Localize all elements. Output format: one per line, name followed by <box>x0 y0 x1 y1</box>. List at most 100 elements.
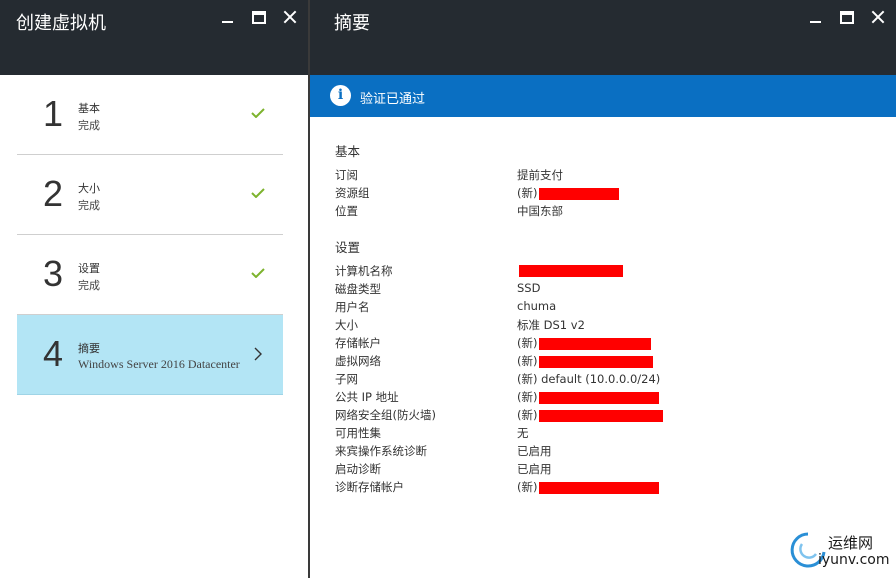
minimize-icon[interactable] <box>808 9 824 25</box>
row-value: chuma <box>517 299 557 313</box>
row-label: 来宾操作系统诊断 <box>335 444 427 458</box>
row-value: (新) <box>517 390 538 404</box>
row-value: 无 <box>517 426 529 440</box>
row-value-wrap: (新) <box>517 185 620 201</box>
wizard-steps: 1 基本 完成 2 大小 完成 3 设置 完成 4 摘要 Windows Ser… <box>17 75 283 395</box>
row-value-wrap: (新) <box>517 407 664 423</box>
summary-row: 启动诊断 已启用 <box>335 461 875 479</box>
row-value: 标准 DS1 v2 <box>517 318 585 332</box>
row-value: (新) <box>517 480 538 494</box>
step-settings[interactable]: 3 设置 完成 <box>17 235 283 315</box>
step-title: 设置 <box>78 262 100 275</box>
row-label: 可用性集 <box>335 426 381 440</box>
redaction-bar <box>539 481 660 494</box>
row-value: 提前支付 <box>517 168 563 182</box>
row-value: (新) <box>517 408 538 422</box>
step-number: 4 <box>43 333 64 374</box>
summary-row: 存储帐户 (新) <box>335 335 875 353</box>
info-icon: i <box>330 85 351 106</box>
row-value-wrap: (新) <box>517 353 654 369</box>
step-number: 3 <box>43 253 64 294</box>
row-value: SSD <box>517 281 541 295</box>
row-value: 已启用 <box>517 444 552 458</box>
row-value: (新) <box>517 336 538 350</box>
row-label: 子网 <box>335 372 358 386</box>
redaction-bar <box>539 391 660 404</box>
watermark: 运维网 iyunv.com <box>788 526 890 574</box>
row-value-wrap: (新) <box>517 335 652 351</box>
step-number: 1 <box>43 93 64 134</box>
summary-row: 子网 (新) default (10.0.0.0/24) <box>335 371 875 389</box>
row-label: 网络安全组(防火墙) <box>335 408 436 422</box>
summary-blade: 摘要 i 验证已通过 基本 订阅 提前支付 资源组 (新) 位置 中国东部 设置… <box>310 0 896 578</box>
redaction-bar <box>539 409 664 422</box>
row-label: 存储帐户 <box>335 336 381 350</box>
step-status: 完成 <box>78 199 100 212</box>
blade-title: 摘要 <box>334 13 370 34</box>
watermark-en: iyunv.com <box>818 552 890 568</box>
create-vm-blade: 创建虚拟机 1 基本 完成 2 大小 完成 3 设置 完成 4 摘要 Windo… <box>0 0 310 578</box>
step-status: 完成 <box>78 119 100 132</box>
checkmark-icon <box>251 188 265 198</box>
summary-row: 用户名 chuma <box>335 299 875 317</box>
step-title: 基本 <box>78 102 100 115</box>
row-value-wrap <box>517 263 623 277</box>
section-settings-heading: 设置 <box>335 240 361 255</box>
maximize-icon[interactable] <box>252 11 266 24</box>
blade-title: 创建虚拟机 <box>16 13 106 34</box>
close-icon[interactable] <box>870 9 886 25</box>
validation-message: 验证已通过 <box>360 92 426 107</box>
row-label: 启动诊断 <box>335 462 381 476</box>
summary-row: 计算机名称 <box>335 263 875 281</box>
watermark-cn: 运维网 <box>828 534 874 552</box>
step-number: 2 <box>43 173 64 214</box>
step-size[interactable]: 2 大小 完成 <box>17 155 283 235</box>
row-value-wrap: (新) <box>517 389 660 405</box>
step-basics[interactable]: 1 基本 完成 <box>17 75 283 155</box>
step-title: 摘要 <box>78 342 100 355</box>
maximize-icon[interactable] <box>840 11 854 24</box>
row-value-wrap: (新) <box>517 479 660 495</box>
summary-row: 订阅 提前支付 <box>335 167 875 185</box>
row-value: (新) <box>517 354 538 368</box>
row-value: (新) default (10.0.0.0/24) <box>517 372 661 386</box>
row-label: 磁盘类型 <box>335 282 381 296</box>
step-subtitle: Windows Server 2016 Datacenter <box>78 357 240 371</box>
step-status: 完成 <box>78 279 100 292</box>
row-label: 诊断存储帐户 <box>335 480 404 494</box>
redaction-bar <box>539 337 652 350</box>
row-label: 订阅 <box>335 168 358 182</box>
summary-row: 资源组 (新) <box>335 185 875 203</box>
window-controls <box>808 9 886 25</box>
redaction-bar <box>519 264 623 277</box>
summary-row: 大小 标准 DS1 v2 <box>335 317 875 335</box>
summary-row: 位置 中国东部 <box>335 203 875 221</box>
row-label: 虚拟网络 <box>335 354 381 368</box>
chevron-right-icon <box>254 347 262 361</box>
summary-row: 虚拟网络 (新) <box>335 353 875 371</box>
checkmark-icon <box>251 108 265 118</box>
summary-row: 网络安全组(防火墙) (新) <box>335 407 875 425</box>
minimize-icon[interactable] <box>220 9 236 25</box>
step-summary[interactable]: 4 摘要 Windows Server 2016 Datacenter <box>17 315 283 395</box>
step-title: 大小 <box>78 182 100 195</box>
row-label: 大小 <box>335 318 358 332</box>
window-controls <box>220 9 298 25</box>
redaction-bar <box>539 187 620 200</box>
checkmark-icon <box>251 268 265 278</box>
summary-row: 可用性集 无 <box>335 425 875 443</box>
close-icon[interactable] <box>282 9 298 25</box>
row-value: 中国东部 <box>517 204 563 218</box>
summary-row: 公共 IP 地址 (新) <box>335 389 875 407</box>
row-value: (新) <box>517 186 538 200</box>
row-label: 公共 IP 地址 <box>335 390 399 404</box>
section-basics-heading: 基本 <box>335 144 361 159</box>
row-label: 计算机名称 <box>335 264 393 278</box>
row-label: 资源组 <box>335 186 370 200</box>
row-label: 用户名 <box>335 300 370 314</box>
row-label: 位置 <box>335 204 358 218</box>
redaction-bar <box>539 355 654 368</box>
blade-header: 创建虚拟机 <box>0 0 308 75</box>
summary-row: 诊断存储帐户 (新) <box>335 479 875 497</box>
blade-header: 摘要 <box>310 0 896 75</box>
